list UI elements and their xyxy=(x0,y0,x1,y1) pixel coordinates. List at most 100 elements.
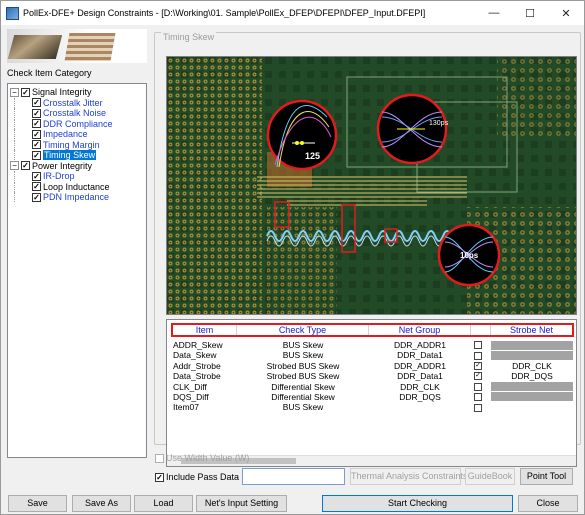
minimize-button[interactable]: — xyxy=(476,1,512,25)
board-stack-image xyxy=(64,33,116,61)
cell-check-type[interactable]: BUS Skew xyxy=(237,350,369,360)
include-pass-option[interactable]: ✓ Include Pass Data xyxy=(155,472,239,482)
save-button[interactable]: Save xyxy=(8,495,67,512)
point-tool-button[interactable]: Point Tool xyxy=(520,468,573,485)
row-checkbox[interactable] xyxy=(474,403,482,412)
cell-net-group[interactable]: DDR_ADDR1 xyxy=(369,340,471,350)
cell-item[interactable]: CLK_Diff xyxy=(173,382,237,392)
use-width-checkbox[interactable] xyxy=(155,453,164,463)
tree-checkbox[interactable]: ✓ xyxy=(32,150,41,160)
cell-strobe-net[interactable] xyxy=(491,392,573,402)
tree-item-ddr-compliance[interactable]: ✓ DDR Compliance xyxy=(10,118,144,130)
tree-item-loop-inductance[interactable]: ✓ Loop Inductance xyxy=(10,181,144,193)
tree-checkbox[interactable]: ✓ xyxy=(32,171,41,181)
cell-net-group[interactable] xyxy=(369,402,471,412)
thermal-analysis-button[interactable]: Thermal Analysis Constraints xyxy=(350,468,468,485)
col-item[interactable]: Item xyxy=(173,325,237,335)
cell-item[interactable]: ADDR_Skew xyxy=(173,340,237,350)
table-row[interactable]: Data_Skew BUS Skew DDR_Data1 xyxy=(173,350,573,360)
tree-checkbox[interactable]: ✓ xyxy=(32,119,41,129)
cell-flag[interactable]: ✓ xyxy=(471,371,491,381)
grid-header: Item Check Type Net Group Strobe Net xyxy=(171,323,574,337)
table-row[interactable]: Addr_Strobe Strobed BUS Skew DDR_ADDR1 ✓ DDR… xyxy=(173,361,573,371)
row-checkbox[interactable]: ✓ xyxy=(474,372,482,381)
cell-check-type[interactable]: BUS Skew xyxy=(237,340,369,350)
cell-strobe-net[interactable]: DDR_CLK xyxy=(491,361,573,371)
cell-check-type[interactable]: Differential Skew xyxy=(237,392,369,402)
tree-checkbox[interactable]: ✓ xyxy=(32,140,41,150)
cell-strobe-net[interactable] xyxy=(491,382,573,392)
constraints-grid[interactable]: Item Check Type Net Group Strobe Net ADD… xyxy=(166,319,577,467)
col-net-group[interactable]: Net Group xyxy=(369,325,471,335)
cell-net-group[interactable]: DDR_CLK xyxy=(369,382,471,392)
cell-net-group[interactable]: DDR_DQS xyxy=(369,392,471,402)
cell-net-group[interactable]: DDR_Data1 xyxy=(369,371,471,381)
tree-item-timing-skew[interactable]: ✓ Timing Skew xyxy=(10,150,144,161)
cell-net-group[interactable]: DDR_Data1 xyxy=(369,350,471,360)
tree-checkbox[interactable]: ✓ xyxy=(32,192,41,202)
guidebook-button[interactable]: GuideBook xyxy=(465,468,515,485)
tree-item-signal-integrity[interactable]: − ✓ Signal Integrity xyxy=(10,87,144,98)
tree-item-pdn-impedance[interactable]: ✓ PDN Impedance xyxy=(10,192,144,203)
cell-item[interactable]: DQS_Diff xyxy=(173,392,237,402)
tree-checkbox[interactable]: ✓ xyxy=(21,161,30,171)
maximize-button[interactable]: ☐ xyxy=(512,1,548,25)
start-checking-button[interactable]: Start Checking xyxy=(322,495,513,512)
include-pass-input[interactable] xyxy=(242,468,345,485)
cell-flag[interactable] xyxy=(471,340,491,350)
cell-strobe-net[interactable] xyxy=(491,340,573,350)
use-width-option[interactable]: Use Width Value (W) xyxy=(155,453,249,463)
tree-checkbox[interactable]: ✓ xyxy=(32,108,41,118)
tree-item-timing-margin[interactable]: ✓ Timing Margin xyxy=(10,139,144,151)
row-checkbox[interactable]: ✓ xyxy=(474,361,482,370)
include-pass-checkbox[interactable]: ✓ xyxy=(155,472,164,482)
cell-check-type[interactable]: BUS Skew xyxy=(237,402,369,412)
row-checkbox[interactable] xyxy=(474,351,482,360)
cell-flag[interactable] xyxy=(471,402,491,412)
save-as-button[interactable]: Save As xyxy=(72,495,131,512)
cell-flag[interactable] xyxy=(471,392,491,402)
cell-check-type[interactable]: Strobed BUS Skew xyxy=(237,361,369,371)
row-checkbox[interactable] xyxy=(474,382,482,391)
cell-item[interactable]: Data_Strobe xyxy=(173,371,237,381)
tree-checkbox[interactable]: ✓ xyxy=(32,182,41,192)
tree-item-crosstalk-noise[interactable]: ✓ Crosstalk Noise xyxy=(10,108,144,119)
close-window-button[interactable]: ✕ xyxy=(548,1,584,25)
collapse-icon[interactable]: − xyxy=(10,87,19,97)
tree-item-power-integrity[interactable]: − ✓ Power Integrity xyxy=(10,161,144,172)
cell-check-type[interactable]: Strobed BUS Skew xyxy=(237,371,369,381)
table-row[interactable]: ADDR_Skew BUS Skew DDR_ADDR1 xyxy=(173,340,573,350)
category-tree[interactable]: − ✓ Signal Integrity ✓ Crosstalk Jitter ✓ Cros… xyxy=(7,83,147,458)
tree-item-impedance[interactable]: ✓ Impedance xyxy=(10,129,144,140)
collapse-icon[interactable]: − xyxy=(10,161,19,171)
tree-checkbox[interactable]: ✓ xyxy=(32,129,41,139)
row-checkbox[interactable] xyxy=(474,393,482,402)
tree-item-crosstalk-jitter[interactable]: ✓ Crosstalk Jitter xyxy=(10,97,144,109)
cell-flag[interactable]: ✓ xyxy=(471,361,491,371)
cell-item[interactable]: Data_Skew xyxy=(173,350,237,360)
table-row[interactable]: CLK_Diff Differential Skew DDR_CLK xyxy=(173,382,573,392)
tree-item-label: Crosstalk Noise xyxy=(43,108,107,119)
tree-checkbox[interactable]: ✓ xyxy=(21,87,30,97)
tree-item-ir-drop[interactable]: ✓ IR-Drop xyxy=(10,171,144,182)
col-flag[interactable] xyxy=(471,325,491,335)
cell-strobe-net[interactable]: DDR_DQS xyxy=(491,371,573,381)
cell-flag[interactable] xyxy=(471,350,491,360)
col-strobe-net[interactable]: Strobe Net xyxy=(491,325,572,335)
table-row[interactable]: Item07 BUS Skew xyxy=(173,402,573,412)
cell-strobe-net[interactable] xyxy=(491,350,573,360)
cell-item[interactable]: Addr_Strobe xyxy=(173,361,237,371)
cell-strobe-net[interactable] xyxy=(491,402,573,412)
cell-net-group[interactable]: DDR_ADDR1 xyxy=(369,361,471,371)
tree-checkbox[interactable]: ✓ xyxy=(32,98,41,108)
load-button[interactable]: Load xyxy=(134,495,193,512)
cell-check-type[interactable]: Differential Skew xyxy=(237,382,369,392)
close-button[interactable]: Close xyxy=(518,495,578,512)
cell-item[interactable]: Item07 xyxy=(173,402,237,412)
row-checkbox[interactable] xyxy=(474,341,482,350)
col-check-type[interactable]: Check Type xyxy=(237,325,369,335)
table-row[interactable]: DQS_Diff Differential Skew DDR_DQS xyxy=(173,392,573,402)
nets-input-setting-button[interactable]: Net's Input Setting xyxy=(196,495,287,512)
cell-flag[interactable] xyxy=(471,382,491,392)
table-row[interactable]: Data_Strobe Strobed BUS Skew DDR_Data1 ✓ DDR… xyxy=(173,371,573,381)
